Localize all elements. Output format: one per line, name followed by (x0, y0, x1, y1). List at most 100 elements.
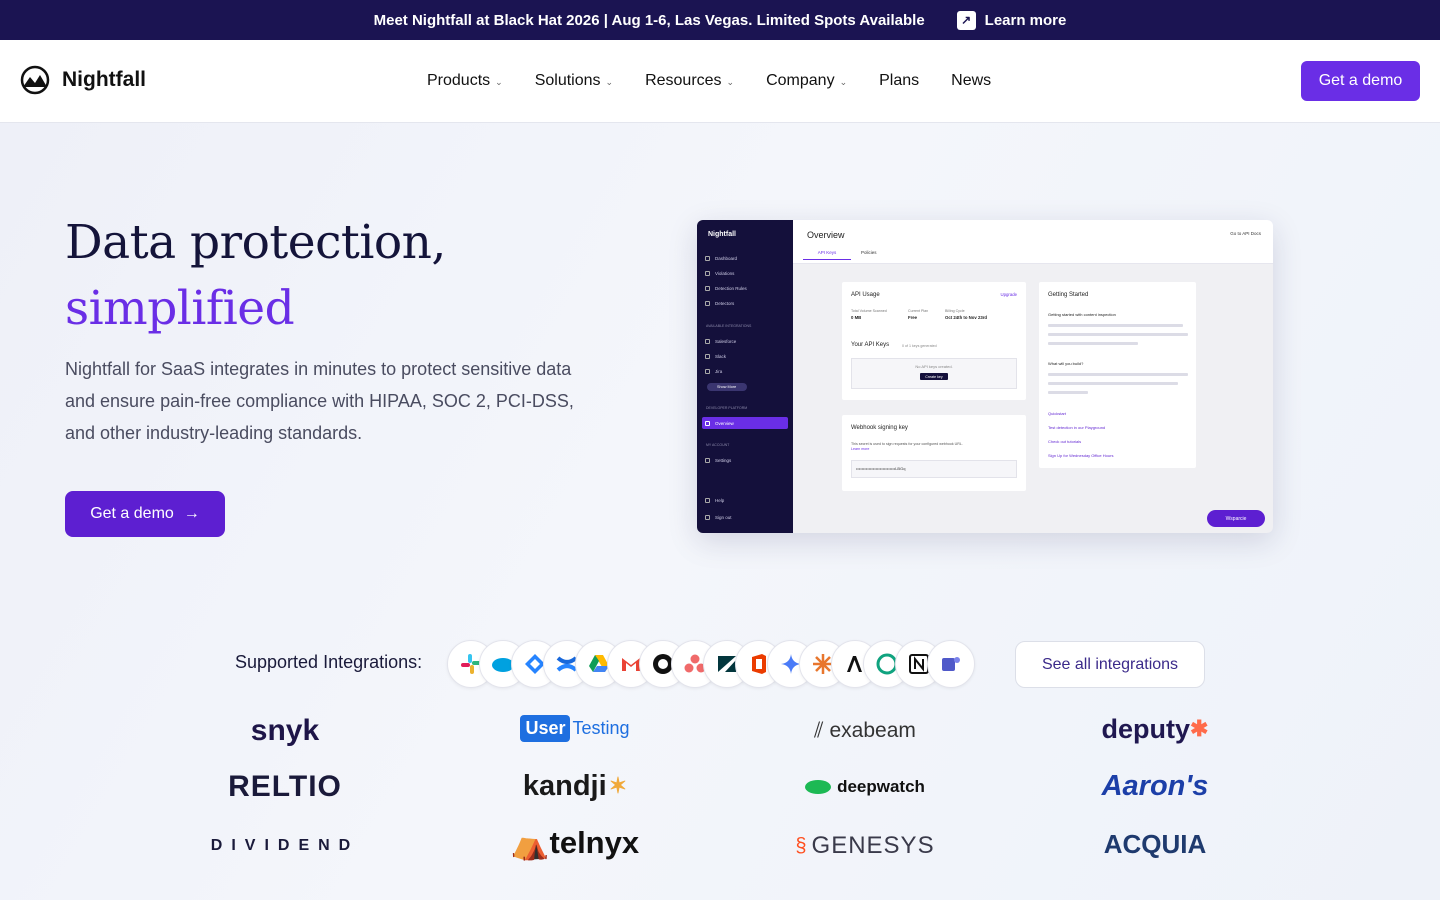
menu-products[interactable]: Products ⌄ (427, 72, 503, 90)
announcement-banner: Meet Nightfall at Black Hat 2026 | Aug 1… (0, 0, 1440, 40)
banner-learn-more-link[interactable]: ↗ Learn more (956, 10, 1067, 30)
sign-out-icon (705, 515, 710, 520)
sidebar-label: Salesforce (715, 339, 737, 344)
sidebar-label: Jira (715, 369, 723, 374)
sidebar-label: Help (715, 498, 725, 503)
genesys-text: GENESYS (811, 832, 935, 859)
sidebar-item-salesforce: Salesforce (705, 339, 736, 344)
gs-link-3: Sign Up for Wednesday Office Hours (1048, 453, 1114, 458)
telnyx-text: telnyx (549, 825, 640, 860)
hero-get-demo-button[interactable]: Get a demo → (65, 491, 225, 537)
hero-description: Nightfall for SaaS integrates in minutes… (65, 359, 574, 443)
help-icon (705, 498, 710, 503)
slack-icon (705, 354, 710, 359)
main-menu: Products ⌄ Solutions ⌄ Resources ⌄ Company ⌄… (427, 40, 1023, 122)
violations-icon (705, 271, 710, 276)
text-line (1048, 324, 1183, 327)
usage-val-2: Oct 24th to Nov 23rd (945, 315, 988, 320)
sidebar-section-integrations: Available Integrations (706, 324, 752, 328)
sidebar-item-overview: Overview (705, 421, 734, 426)
usertesting-a: User (520, 714, 571, 742)
sidebar-label: Sign out (715, 515, 732, 520)
customer-logo-usertesting: User Testing (465, 708, 685, 748)
api-keys-title: Your API Keys (851, 342, 890, 348)
genesys-mark-icon: § (795, 834, 808, 857)
menu-solutions[interactable]: Solutions ⌄ (535, 72, 613, 90)
nav-get-demo-button[interactable]: Get a demo (1301, 61, 1420, 101)
build-question: What will you build? (1048, 361, 1084, 366)
getting-started-title: Getting Started (1048, 292, 1089, 298)
rules-icon (705, 286, 710, 291)
usage-col-1: Current Plan (908, 309, 929, 313)
menu-company[interactable]: Company ⌄ (766, 72, 847, 90)
eye-icon (805, 780, 832, 794)
create-key-button: Create key (920, 373, 948, 380)
sidebar-label: Overview (715, 421, 734, 426)
menu-resources[interactable]: Resources ⌄ (645, 72, 734, 90)
api-keys-sub: 0 of 1 keys generated (902, 344, 937, 348)
hero-title-line2: simplified (65, 281, 295, 336)
learn-more-label: Learn more (984, 11, 1067, 29)
chevron-down-icon: ⌄ (495, 76, 503, 87)
telnyx-mark-icon: ⛺ (510, 825, 550, 861)
sidebar-label: Detection Rules (715, 286, 747, 291)
menu-label: News (951, 72, 992, 89)
customer-logo-aarons: Aaron's (1101, 769, 1209, 802)
sidebar-item-violations: Violations (705, 271, 734, 276)
see-all-integrations-button[interactable]: See all integrations (1015, 641, 1205, 688)
customer-logo-kandji: kandji ✶ (465, 766, 685, 806)
menu-label: Company (766, 72, 835, 89)
nightfall-logo-icon (20, 65, 50, 95)
menu-plans[interactable]: Plans (879, 72, 919, 90)
brand-logo[interactable]: Nightfall (20, 65, 146, 95)
text-line (1048, 382, 1178, 385)
salesforce-icon (705, 339, 710, 344)
tab-api-keys: API Keys (803, 250, 851, 260)
menu-label: Products (427, 72, 491, 89)
customer-logo-exabeam: ⫽ exabeam (755, 711, 975, 751)
deputy-star-icon: ✱ (1190, 716, 1209, 741)
gs-link-1: Test detection in our Playground (1048, 425, 1106, 430)
code-icon (705, 421, 710, 426)
exabeam-mark-icon: ⫽ (814, 719, 824, 742)
sidebar-item-detection-rules: Detection Rules (705, 286, 747, 291)
sidebar-item-jira: Jira (705, 369, 722, 374)
usage-col-0: Total Volume Scanned (851, 309, 887, 313)
upgrade-link: Upgrade (1000, 292, 1017, 297)
customer-logo-acquia: ACQUIA (1103, 828, 1207, 859)
chevron-down-icon: ⌄ (726, 76, 735, 87)
customer-logo-telnyx: ⛺ telnyx (465, 823, 685, 863)
detectors-icon (705, 301, 710, 306)
app-page-title: Overview (807, 230, 845, 240)
text-line (1048, 342, 1138, 345)
sidebar-label: Settings (715, 458, 732, 463)
jira-icon (705, 369, 710, 374)
menu-news[interactable]: News (951, 72, 991, 90)
customer-logo-deepwatch: deepwatch (755, 767, 975, 807)
webhook-key-field: ••••••••••••••••••••••••••••LBGq (851, 460, 1017, 478)
app-topbar: Overview Go to API Docs API Keys Policie… (793, 220, 1273, 264)
getting-started-card: Getting Started Getting started with con… (1039, 282, 1196, 468)
sidebar-item-detectors: Detectors (705, 301, 734, 306)
customer-logo-deputy: deputy ✱ (1045, 709, 1265, 749)
hero-cta-label: Get a demo (90, 505, 174, 522)
deepwatch-text: deepwatch (837, 777, 925, 796)
chevron-down-icon: ⌄ (839, 76, 848, 87)
app-sidebar: Nightfall Dashboard Violations Detection… (697, 220, 793, 533)
webhook-title: Webhook signing key (851, 425, 908, 431)
app-brand: Nightfall (708, 231, 736, 238)
tab-policies: Policies (861, 250, 877, 255)
top-navigation: Nightfall Products ⌄ Solutions ⌄ Resources… (0, 40, 1440, 123)
dashboard-icon (705, 256, 710, 261)
webhook-desc: This secret is used to sign requests for… (851, 442, 963, 446)
sidebar-item-settings: Settings (705, 458, 731, 463)
text-line (1048, 373, 1188, 376)
hero-title-line1: Data protection, (65, 215, 446, 270)
customer-logo-dividend: DIVIDEND (210, 837, 360, 854)
gs-link-2: Check out tutorials (1048, 439, 1082, 444)
sidebar-item-dashboard: Dashboard (705, 256, 737, 261)
teams-icon[interactable] (927, 640, 975, 688)
customer-logo-snyk: snyk (250, 714, 320, 747)
hero-title: Data protection, simplified (65, 210, 446, 342)
sidebar-section-dev: Developer Platform (706, 406, 748, 410)
